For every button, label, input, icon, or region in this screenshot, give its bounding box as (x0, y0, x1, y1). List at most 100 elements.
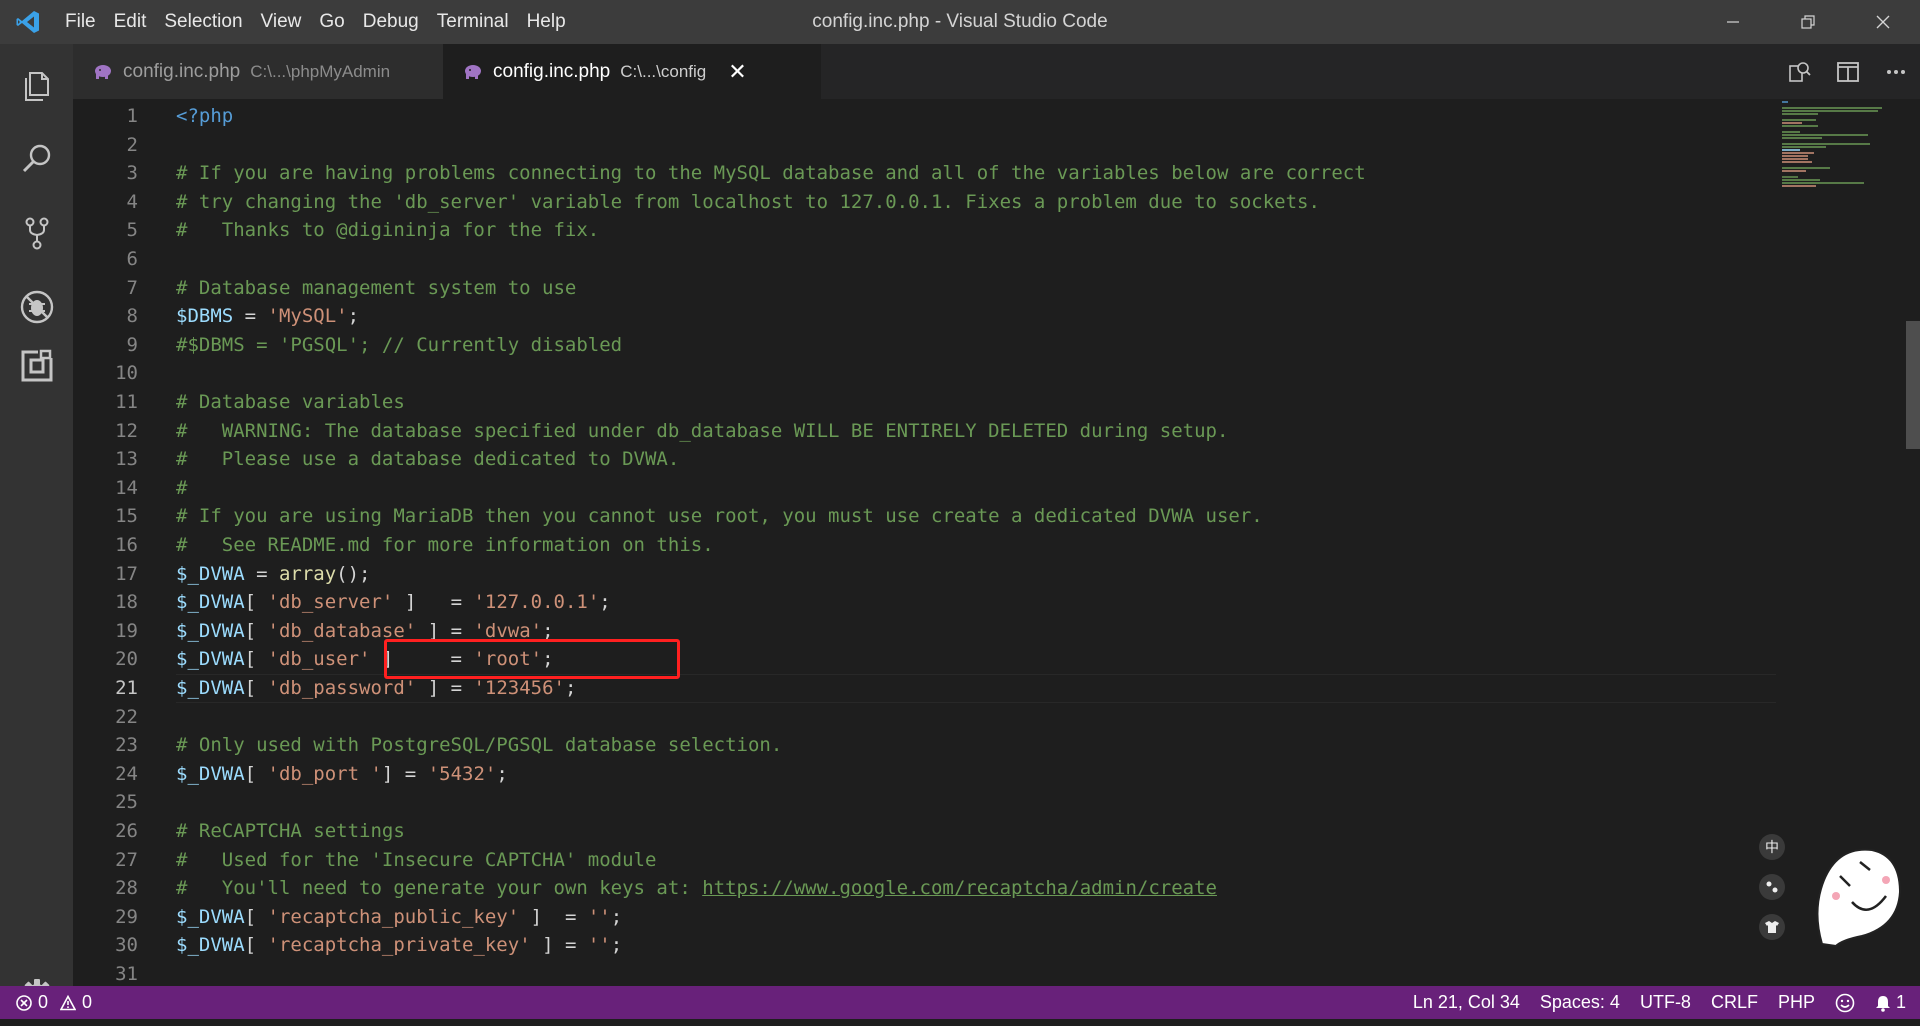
code-line[interactable]: 2 (73, 131, 1773, 160)
menu-debug[interactable]: Debug (354, 0, 428, 44)
mascot-face-icon (1802, 840, 1904, 955)
source-control-icon[interactable] (0, 201, 73, 265)
code-editor[interactable]: 1 <?php 2 3 # If you are having problems con… (73, 99, 1920, 986)
status-bar-right: Ln 21, Col 34 Spaces: 4 UTF-8 CRLF PHP 1 (1403, 986, 1920, 1019)
code-line[interactable]: 25 (73, 788, 1773, 817)
menu-selection[interactable]: Selection (155, 0, 251, 44)
code-token: ; (564, 677, 577, 699)
code-text: # try changing the 'db_server' variable … (176, 188, 1320, 217)
code-line[interactable]: 31 (73, 960, 1773, 986)
code-line[interactable]: 26 # ReCAPTCHA settings (73, 817, 1773, 846)
line-number: 23 (115, 734, 138, 757)
code-line[interactable]: 13 # Please use a database dedicated to D… (73, 445, 1773, 474)
language-mode[interactable]: PHP (1768, 986, 1825, 1019)
php-elephant-icon (93, 64, 113, 80)
code-token: 'MySQL' (267, 305, 348, 328)
code-line[interactable]: 12 # WARNING: The database specified unde… (73, 417, 1773, 446)
code-token: $_DVWA (176, 905, 245, 928)
code-line[interactable]: 15 # If you are using MariaDB then you ca… (73, 502, 1773, 531)
code-token: ] = (381, 762, 428, 785)
code-token: # Used for the 'Insecure CAPTCHA' module (176, 848, 657, 871)
code-token: 'recaptcha_public_key' (267, 905, 520, 928)
tab-filename: config.inc.php (123, 60, 241, 82)
code-token: # Database variables (176, 391, 405, 413)
menu-terminal[interactable]: Terminal (428, 0, 518, 44)
encoding[interactable]: UTF-8 (1630, 986, 1701, 1019)
tab-config-phpmyadmin[interactable]: config.inc.php C:\...\phpMyAdmin (73, 44, 443, 99)
notification-count: 1 (1895, 992, 1906, 1012)
code-token: # Thanks to @digininja for the fix. (176, 219, 600, 242)
close-window-button[interactable] (1845, 0, 1920, 44)
code-token: '' (587, 934, 611, 957)
code-token: # ReCAPTCHA settings (176, 820, 405, 842)
open-changes-icon[interactable] (1776, 60, 1824, 84)
code-line[interactable]: 27 # Used for the 'Insecure CAPTCHA' modu… (73, 846, 1773, 875)
code-line[interactable]: 29 $_DVWA[ 'recaptcha_public_key' ] = ''; (73, 903, 1773, 932)
code-line[interactable]: 4 # try changing the 'db_server' variable… (73, 188, 1773, 217)
line-number: 4 (126, 190, 138, 213)
code-link[interactable]: https://www.google.com/recaptcha/admin/c… (702, 877, 1217, 899)
code-line[interactable]: 14 # (73, 474, 1773, 503)
code-token: [ (244, 905, 268, 928)
search-icon[interactable] (0, 127, 73, 191)
minimize-button[interactable] (1695, 0, 1770, 44)
close-tab-icon[interactable]: ✕ (728, 59, 746, 85)
code-line[interactable]: 16 # See README.md for more information o… (73, 531, 1773, 560)
tab-path: C:\...\config (620, 61, 707, 81)
line-number: 30 (115, 934, 138, 957)
code-line[interactable]: 6 (73, 245, 1773, 274)
notifications[interactable]: 1 (1865, 986, 1920, 1019)
code-line[interactable]: 10 (73, 359, 1773, 388)
line-number: 17 (115, 562, 138, 585)
scrollbar-thumb[interactable] (1906, 321, 1920, 449)
code-line[interactable]: 22 (73, 703, 1773, 732)
menu-file[interactable]: File (56, 0, 105, 44)
code-line[interactable]: 20 $_DVWA[ 'db_user' ] = 'root'; (73, 645, 1773, 674)
code-line[interactable]: 5 # Thanks to @digininja for the fix. (73, 216, 1773, 245)
code-text: $_DVWA = array(); (176, 560, 371, 589)
code-line[interactable]: 7 # Database management system to use (73, 274, 1773, 303)
title-bar: File Edit Selection View Go Debug Termin… (0, 0, 1920, 44)
line-number: 3 (126, 162, 138, 185)
code-line[interactable]: 24 $_DVWA[ 'db_port '] = '5432'; (73, 760, 1773, 789)
code-line[interactable]: 18 $_DVWA[ 'db_server' ] = '127.0.0.1'; (73, 588, 1773, 617)
code-token: ] = (416, 677, 474, 699)
code-line[interactable]: 3 # If you are having problems connecting… (73, 159, 1773, 188)
menu-go[interactable]: Go (310, 0, 353, 44)
extensions-icon[interactable] (0, 334, 73, 398)
debug-icon[interactable] (0, 275, 73, 339)
menu-help[interactable]: Help (518, 0, 575, 44)
code-line[interactable]: 23 # Only used with PostgreSQL/PGSQL data… (73, 731, 1773, 760)
code-line[interactable]: 30 $_DVWA[ 'recaptcha_private_key' ] = ''… (73, 931, 1773, 960)
menu-view[interactable]: View (252, 0, 311, 44)
restore-button[interactable] (1770, 0, 1845, 44)
code-line[interactable]: 8 $DBMS = 'MySQL'; (73, 302, 1773, 331)
feedback-smiley-icon[interactable] (1825, 986, 1865, 1019)
indentation[interactable]: Spaces: 4 (1530, 986, 1630, 1019)
ime-punctuation-icon[interactable] (1759, 874, 1785, 900)
vscode-logo-icon[interactable] (0, 0, 56, 44)
tab-config-active[interactable]: config.inc.php C:\...\config ✕ (443, 44, 821, 99)
line-ending[interactable]: CRLF (1701, 986, 1768, 1019)
code-token: 'db_port ' (267, 762, 382, 785)
code-token: 'recaptcha_private_key' (267, 934, 531, 957)
explorer-icon[interactable] (0, 54, 73, 118)
code-line[interactable]: 11 # Database variables (73, 388, 1773, 417)
code-token: # WARNING: The database specified under … (176, 419, 1229, 442)
ime-skin-icon[interactable] (1759, 914, 1785, 940)
code-line[interactable]: 19 $_DVWA[ 'db_database' ] = 'dvwa'; (73, 617, 1773, 646)
code-line[interactable]: 1 <?php (73, 102, 1773, 131)
code-token: # You'll need to generate your own keys … (176, 877, 703, 900)
code-line[interactable]: 9 #$DBMS = 'PGSQL'; // Currently disabled (73, 331, 1773, 360)
tab-path: C:\...\phpMyAdmin (250, 61, 391, 81)
split-editor-icon[interactable] (1824, 60, 1872, 84)
menu-edit[interactable]: Edit (105, 0, 156, 44)
more-actions-icon[interactable] (1872, 60, 1920, 84)
code-line[interactable]: 28 # You'll need to generate your own key… (73, 874, 1773, 903)
ime-chinese-button[interactable]: 中 (1759, 834, 1785, 860)
code-line[interactable]: 21 $_DVWA[ 'db_password' ] = '123456'; (73, 674, 1776, 703)
window-controls (1695, 0, 1920, 44)
problems-indicator[interactable]: 0 0 (0, 986, 102, 1019)
code-line[interactable]: 17 $_DVWA = array(); (73, 560, 1773, 589)
cursor-position[interactable]: Ln 21, Col 34 (1403, 986, 1530, 1019)
